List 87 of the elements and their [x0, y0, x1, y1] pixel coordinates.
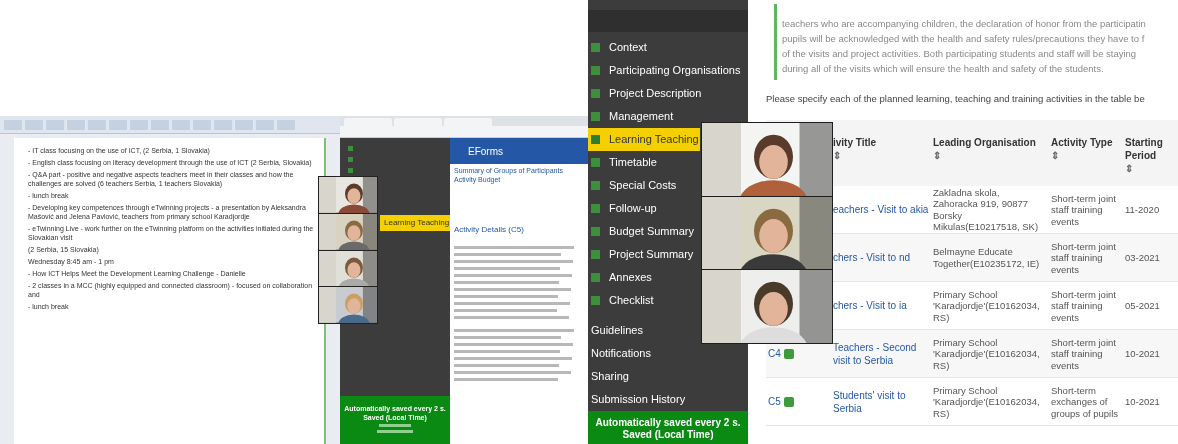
- toolbar-icon[interactable]: [67, 119, 85, 130]
- table-cell-text: Primary School 'Karadjordje'(E10162034, RS): [933, 336, 1041, 371]
- checkbox-icon: [591, 134, 600, 144]
- activity-link[interactable]: Teachers - Second visit to Serbia: [833, 340, 933, 367]
- checkbox-icon: [591, 226, 600, 236]
- column-header[interactable]: Leading Organisation ⇕: [933, 136, 1051, 187]
- sidebar-item[interactable]: Follow-up: [588, 196, 661, 220]
- toolbar-icon[interactable]: [256, 119, 274, 130]
- toolbar-icon[interactable]: [193, 119, 211, 130]
- autosave-text: Saved (Local Time): [622, 428, 714, 441]
- toolbar-icon[interactable]: [88, 119, 106, 130]
- table-cell-text: Short-term joint staff training events: [1051, 336, 1117, 371]
- activity-link[interactable]: eachers - Visit to akia: [833, 203, 933, 217]
- checkbox-icon: [591, 203, 600, 213]
- toolbar-icon[interactable]: [46, 119, 64, 130]
- column-header[interactable]: Activity Type ⇕: [1051, 136, 1125, 187]
- checkbox-icon: [348, 146, 353, 151]
- toolbar-icon[interactable]: [277, 119, 295, 130]
- row-code: C4: [768, 347, 781, 362]
- table-cell-text: 03-2021: [1125, 252, 1161, 264]
- checkbox-icon: [591, 42, 600, 52]
- sidebar-item[interactable]: Special Costs: [588, 173, 681, 197]
- checkbox-icon: [591, 65, 600, 75]
- sidebar-item[interactable]: Guidelines: [588, 318, 647, 342]
- sidebar-item[interactable]: Timetable: [588, 150, 661, 174]
- quote-line: pupils will be acknowledged with the health and safety rules/precautions they have to f: [782, 32, 1145, 46]
- checkbox-icon: [591, 249, 600, 259]
- address-bar[interactable]: [340, 126, 590, 138]
- checkbox-icon: [348, 168, 353, 173]
- autosave-text: Automatically saved every 2 s.: [595, 416, 741, 429]
- table-cell-text: 10-2021: [1125, 396, 1161, 408]
- table-cell-text: Belmayne Educate Together(E10235172, IE): [933, 246, 1041, 270]
- table-cell-text: 10-2021: [1125, 348, 1161, 360]
- sidebar-item[interactable]: Learning Teaching: [380, 215, 450, 231]
- column-header[interactable]: ivity Title ⇕: [833, 136, 933, 187]
- sidebar-item[interactable]: Learning Teaching: [588, 127, 700, 151]
- checkbox-icon: [591, 272, 600, 282]
- table-cell-text: Primary School 'Karadjordje'(E10162034, RS): [933, 384, 1041, 419]
- sort-icon[interactable]: ⇕: [833, 149, 841, 163]
- toolbar-icon[interactable]: [4, 119, 22, 130]
- table-cell-text: 05-2021: [1125, 300, 1161, 312]
- sort-icon[interactable]: ⇕: [933, 149, 941, 163]
- sort-icon[interactable]: ⇕: [1125, 162, 1133, 176]
- sidebar-item[interactable]: Project Description: [588, 81, 706, 105]
- toolbar-icon[interactable]: [172, 119, 190, 130]
- quote-line: during all of the visits which will ensure the health and safety of the students.: [782, 62, 1104, 76]
- table-cell-text: Primary School 'Karadjordje'(E10162034, RS): [933, 288, 1041, 323]
- quote-line: of the visits and project activities. Both participating students and staff will be staying: [782, 47, 1137, 61]
- sidebar-item[interactable]: Budget Summary: [588, 219, 698, 243]
- sidebar-item[interactable]: Sharing: [588, 364, 633, 388]
- checkbox-icon: [591, 111, 600, 121]
- sidebar-item[interactable]: Submission History: [588, 387, 690, 411]
- table-cell-text: Short-term exchanges of groups of pupils: [1051, 384, 1120, 419]
- toolbar-icon[interactable]: [235, 119, 253, 130]
- activity-link[interactable]: chers - Visit to nd: [833, 251, 933, 265]
- sidebar-item[interactable]: Context: [588, 35, 651, 59]
- sidebar-item[interactable]: Notifications: [588, 341, 655, 365]
- toolbar-icon[interactable]: [130, 119, 148, 130]
- checkbox-icon: [348, 157, 353, 162]
- section-heading: Activity Details (C5): [453, 224, 525, 236]
- table-cell-text: Short-term joint staff training events: [1051, 240, 1117, 275]
- column-header[interactable]: Starting Period ⇕: [1125, 136, 1169, 187]
- checkbox-icon: [591, 157, 600, 167]
- checkbox-icon: [591, 180, 600, 190]
- table-cell-text: Short-term joint staff training events: [1051, 192, 1117, 227]
- toolbar-icon[interactable]: [25, 119, 43, 130]
- sidebar-item[interactable]: Checklist: [588, 288, 658, 312]
- row-code: C5: [768, 395, 781, 410]
- table-cell-text: Short-term joint staff training events: [1051, 288, 1117, 323]
- sidebar-item[interactable]: Participating Organisations: [588, 58, 745, 82]
- sidebar-item[interactable]: Project Summary: [588, 242, 698, 266]
- table-cell-text: 11-2020: [1125, 204, 1161, 216]
- table-cell-text: Zakladna skola, Zahoracka 919, 90877 Borsky Mikulas(E10217518, SK): [933, 186, 1040, 233]
- instruction-text: Please specify each of the planned learning, teaching and training activities in the table be: [766, 92, 1145, 106]
- toolbar-icon[interactable]: [151, 119, 169, 130]
- checkbox-icon: [591, 295, 600, 305]
- activity-link[interactable]: Students' visit to Serbia: [833, 388, 933, 415]
- quote-line: teachers who are accompanying children, the declaration of honor from the participatin: [782, 17, 1146, 31]
- sort-icon[interactable]: ⇕: [1051, 149, 1059, 163]
- toolbar-icon[interactable]: [214, 119, 232, 130]
- sidebar-item[interactable]: Management: [588, 104, 678, 128]
- eforms-title: EForms: [468, 144, 503, 159]
- activity-link[interactable]: chers - Visit to ia: [833, 299, 933, 313]
- checkbox-icon: [591, 88, 600, 98]
- toolbar-icon[interactable]: [109, 119, 127, 130]
- blurred-text-drawing: [375, 423, 415, 435]
- sidebar-item[interactable]: Annexes: [588, 265, 656, 289]
